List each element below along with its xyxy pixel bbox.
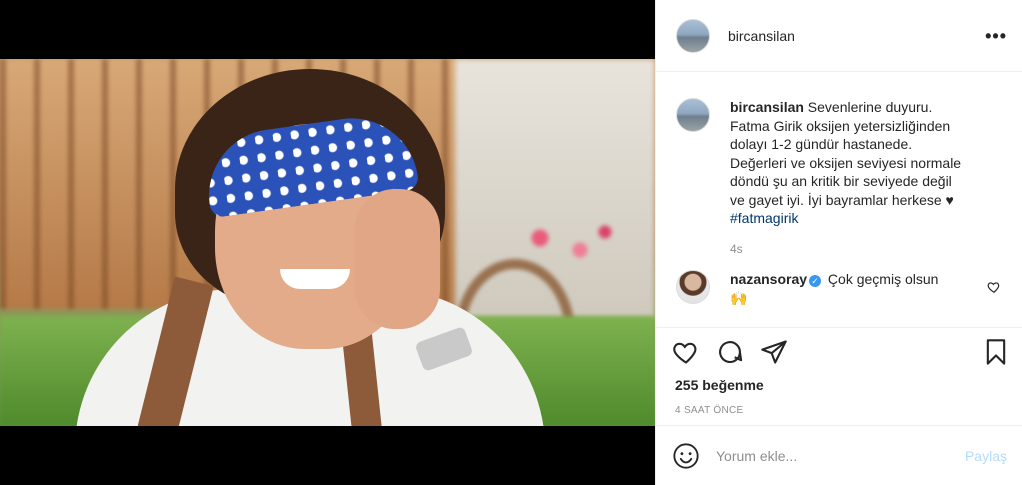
- author-avatar[interactable]: [676, 18, 710, 53]
- comment-like-heart-icon[interactable]: [987, 280, 1001, 294]
- comment-body: Çok geçmiş olsun: [824, 271, 939, 287]
- post-media[interactable]: [0, 0, 655, 485]
- post-header: bircansilan •••: [656, 0, 1022, 72]
- post-date[interactable]: 4 SAAT ÖNCE: [675, 405, 744, 416]
- share-paper-plane-icon[interactable]: [760, 338, 788, 366]
- caption-time[interactable]: 4s: [730, 242, 966, 256]
- caption-avatar[interactable]: [676, 98, 710, 132]
- commenter-avatar[interactable]: [676, 270, 710, 304]
- comment-bubble-icon[interactable]: [716, 338, 744, 366]
- post-actions: 255 beğenme 4 SAAT ÖNCE: [656, 328, 1022, 426]
- caption-row: bircansilan Sevenlerine duyuru. Fatma Gi…: [676, 98, 966, 256]
- post-photo[interactable]: [0, 59, 655, 426]
- action-icons: [672, 338, 1012, 368]
- caption-hashtag[interactable]: #fatmagirik: [730, 210, 798, 226]
- verified-badge-icon: ✓: [809, 275, 822, 287]
- comment-input[interactable]: [716, 447, 946, 464]
- caption-text: bircansilan Sevenlerine duyuru. Fatma Gi…: [730, 98, 966, 228]
- photo-person-smile: [280, 269, 350, 289]
- post-comment-button[interactable]: Paylaş: [965, 448, 1007, 464]
- photo-person-hand: [355, 189, 440, 329]
- comment-text: nazansoray ✓ Çok geçmiş olsun 🙌: [730, 270, 966, 307]
- comment-emoji: 🙌: [730, 289, 748, 306]
- caption-username[interactable]: bircansilan: [730, 99, 804, 115]
- comment-username[interactable]: nazansoray: [730, 271, 807, 287]
- photo-person: [75, 69, 545, 426]
- comment-composer: Paylaş: [656, 426, 1022, 485]
- caption-body: Sevenlerine duyuru. Fatma Girik oksijen …: [730, 99, 962, 208]
- comments-section: bircansilan Sevenlerine duyuru. Fatma Gi…: [656, 72, 1022, 328]
- more-options-icon[interactable]: •••: [985, 27, 1007, 45]
- smiley-icon[interactable]: [672, 442, 700, 470]
- post-side-panel: bircansilan ••• bircansilan Sevenlerine …: [655, 0, 1022, 485]
- like-heart-icon[interactable]: [672, 338, 700, 366]
- author-username[interactable]: bircansilan: [728, 28, 795, 44]
- likes-count[interactable]: 255 beğenme: [675, 377, 764, 393]
- save-bookmark-icon[interactable]: [982, 338, 1010, 366]
- comment-row: nazansoray ✓ Çok geçmiş olsun 🙌: [676, 270, 966, 307]
